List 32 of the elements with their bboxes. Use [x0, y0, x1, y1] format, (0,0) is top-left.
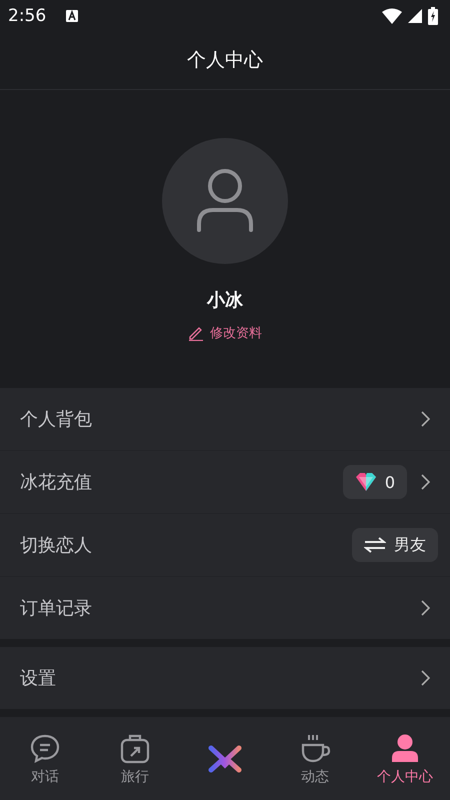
app-logo	[207, 744, 243, 774]
nav-tab[interactable]: 动态	[270, 717, 360, 800]
pencil-icon	[188, 324, 204, 341]
wifi-icon	[382, 8, 402, 24]
chevron-right-icon	[421, 411, 430, 428]
nav-tab[interactable]: 个人中心	[360, 717, 450, 800]
menu-row[interactable]: 冰花充值 0	[0, 451, 450, 514]
chevron-right-icon	[421, 670, 430, 686]
menu-row[interactable]: 切换恋人 男友	[0, 514, 450, 578]
menu-label: 个人背包	[20, 408, 93, 432]
menu-label: 切换恋人	[20, 534, 93, 558]
user-name: 小冰	[207, 288, 243, 312]
switch-partner-button[interactable]: 男友	[352, 528, 438, 562]
notification-icon	[66, 10, 78, 22]
person-icon	[389, 732, 421, 764]
page-title: 个人中心	[187, 48, 263, 74]
menu-row[interactable]: 个人背包	[0, 388, 450, 452]
edit-profile-link[interactable]: 修改资料	[188, 324, 262, 342]
chevron-right-icon	[421, 600, 430, 616]
swap-icon	[364, 537, 386, 554]
status-time: 2:56	[8, 6, 46, 26]
menu-label: 设置	[20, 667, 57, 690]
balance-badge[interactable]: 0	[342, 465, 407, 500]
signal-icon	[408, 8, 422, 23]
nav-tab[interactable]: 旅行	[90, 717, 180, 800]
chevron-right-icon	[421, 474, 430, 490]
menu-label: 冰花充值	[20, 471, 93, 494]
battery-icon	[428, 6, 438, 25]
menu-row[interactable]: 订单记录	[0, 577, 450, 640]
menu-label: 订单记录	[20, 597, 93, 620]
gem-heart-icon	[354, 473, 377, 492]
nav-tab[interactable]: 对话	[0, 717, 90, 800]
